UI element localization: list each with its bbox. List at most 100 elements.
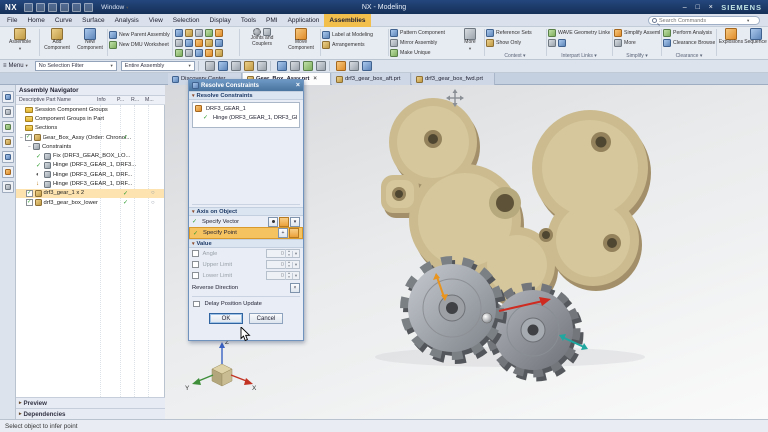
dialog-close-icon[interactable]: ×	[296, 82, 300, 89]
tab-file[interactable]: File	[2, 14, 22, 27]
interpart-link-icon[interactable]	[558, 39, 566, 47]
point-dialog-button[interactable]: +	[278, 228, 288, 238]
cut-icon[interactable]	[84, 3, 93, 12]
inferred-point-button[interactable]	[289, 228, 299, 238]
upper-limit-input[interactable]: 0 ▴▾ ▾	[266, 260, 300, 269]
assembly-constraint-icon[interactable]	[185, 29, 193, 37]
axis-on-object-section-header[interactable]: ▾ Axis on Object	[189, 207, 303, 216]
make-unique-button[interactable]: Make Unique	[390, 48, 456, 58]
assembly-constraint-icon[interactable]	[215, 39, 223, 47]
interpart-link-icon[interactable]	[548, 39, 556, 47]
assembly-constraint-icon[interactable]	[205, 49, 213, 57]
resolve-constraints-dialog[interactable]: Resolve Constraints × ▾ Resolve Constrai…	[188, 79, 304, 341]
selection-filter-dropdown[interactable]: No Selection Filter▾	[35, 61, 117, 71]
assembly-constraint-icon[interactable]	[175, 39, 183, 47]
dialog-title-bar[interactable]: Resolve Constraints ×	[189, 80, 303, 91]
render-style-icon[interactable]	[362, 61, 372, 71]
render-style-icon[interactable]	[349, 61, 359, 71]
reverse-direction-button[interactable]: ×	[290, 283, 300, 293]
lower-limit-checkbox[interactable]	[192, 272, 199, 279]
assembly-constraint-icon[interactable]	[195, 49, 203, 57]
new-dmu-worksheet-button[interactable]: New DMU Worksheet	[109, 40, 171, 50]
tab-application[interactable]: Application	[283, 14, 325, 27]
tree-row-hinge-constraint-1[interactable]: ✓ Hinge (DRF3_GEAR_1, DRF3...	[16, 161, 164, 170]
tree-row-component-groups-in-part[interactable]: Component Groups in Part	[16, 114, 164, 123]
interpart-links-group-caption[interactable]: Interpart Links ▾	[548, 53, 610, 59]
collapse-icon[interactable]: −	[18, 135, 25, 141]
more-button[interactable]: More ▾	[458, 27, 482, 58]
maximize-button[interactable]: □	[691, 2, 704, 13]
checkbox[interactable]: ✓	[26, 190, 33, 197]
snap-point-icon[interactable]	[205, 61, 215, 71]
tab-assemblies[interactable]: Assemblies	[324, 14, 370, 27]
tab-tools[interactable]: Tools	[236, 14, 261, 27]
delay-position-update-option[interactable]: Delay Position Update	[189, 299, 303, 309]
view-tool-icon[interactable]	[290, 61, 300, 71]
tab-gear-box-fwd[interactable]: drf3_gear_box_fwd.prt	[412, 73, 495, 85]
tab-home[interactable]: Home	[22, 14, 49, 27]
specify-vector-row[interactable]: ✓ Specify Vector ▾	[189, 216, 303, 227]
new-parent-assembly-button[interactable]: New Parent Assembly	[109, 30, 171, 40]
tab-gear-box-aft[interactable]: drf3_gear_box_aft.prt	[332, 73, 411, 85]
column-info[interactable]: Info	[97, 97, 117, 103]
value-section-header[interactable]: ▾ Value	[189, 239, 303, 248]
sequence-button[interactable]: Sequence	[744, 27, 767, 58]
tab-display[interactable]: Display	[205, 14, 236, 27]
point-handle-ball[interactable]	[482, 313, 492, 323]
assembly-constraint-icon[interactable]	[185, 39, 193, 47]
snap-point-icon[interactable]	[231, 61, 241, 71]
open-icon[interactable]	[36, 3, 45, 12]
gear-left[interactable]	[406, 262, 501, 358]
assemble-button[interactable]: Assemble ▾	[2, 27, 38, 58]
tab-curve[interactable]: Curve	[50, 14, 77, 27]
redo-icon[interactable]	[72, 3, 81, 12]
angle-input[interactable]: 0 ▴▾ ▾	[266, 249, 300, 258]
tree-row-sections[interactable]: Sections	[16, 124, 164, 133]
column-modified[interactable]: M...	[145, 97, 159, 103]
assembly-constraint-icon[interactable]	[175, 29, 183, 37]
constraint-list-row-hinge[interactable]: ✓ Hinge (DRF3_GEAR_1, DRF3_GEAR...	[195, 113, 297, 122]
mirror-assembly-button[interactable]: Mirror Assembly	[390, 38, 456, 48]
side-tab-reuse-library-icon[interactable]	[2, 136, 14, 148]
column-read-only[interactable]: R...	[131, 97, 145, 103]
arrangements-button[interactable]: Arrangements	[322, 40, 386, 50]
vector-options-dropdown[interactable]: ▾	[290, 217, 300, 227]
reference-sets-button[interactable]: Reference Sets	[486, 28, 544, 38]
move-component-button[interactable]: Move Component	[284, 27, 318, 58]
checkbox[interactable]: ✓	[26, 199, 33, 206]
perform-analysis-button[interactable]: Perform Analysis	[663, 28, 715, 38]
constraint-list-row-gear[interactable]: DRF3_GEAR_1	[195, 104, 297, 113]
render-style-icon[interactable]	[336, 61, 346, 71]
column-position[interactable]: P...	[117, 97, 131, 103]
lower-limit-input[interactable]: 0 ▴▾ ▾	[266, 271, 300, 280]
simplify-group-caption[interactable]: Simplify ▾	[614, 53, 660, 59]
side-tab-constraint-navigator-icon[interactable]	[2, 106, 14, 118]
spinner[interactable]: ▴▾	[285, 249, 292, 258]
vector-dialog-button[interactable]	[268, 217, 278, 227]
checkbox[interactable]: ✓	[25, 134, 32, 141]
tree-row-constraints[interactable]: − Constraints	[16, 142, 164, 151]
cancel-button[interactable]: Cancel	[249, 313, 283, 324]
save-icon[interactable]	[48, 3, 57, 12]
explosions-button[interactable]: Explosions	[718, 27, 744, 58]
assembly-constraint-icon[interactable]	[185, 49, 193, 57]
view-tool-icon[interactable]	[316, 61, 326, 71]
spinner[interactable]: ▴▾	[285, 271, 292, 280]
tab-analysis[interactable]: Analysis	[110, 14, 144, 27]
snap-point-icon[interactable]	[218, 61, 228, 71]
window-menu[interactable]: Window ▾	[101, 4, 128, 11]
assembly-constraint-icon[interactable]	[175, 49, 183, 57]
new-component-button[interactable]: New Component	[74, 27, 106, 58]
side-tab-process-studio-icon[interactable]	[2, 181, 14, 193]
spinner[interactable]: ▴▾	[285, 260, 292, 269]
new-file-icon[interactable]	[24, 3, 33, 12]
resolve-constraints-section-header[interactable]: ▾ Resolve Constraints	[189, 91, 303, 100]
chevron-down-icon[interactable]: ▾	[292, 262, 299, 268]
tree-row-hinge-constraint-3[interactable]: ↓ Hinge (DRF3_GEAR_1, DRF...	[16, 179, 164, 188]
simplify-assembly-button[interactable]: Simplify Assembly	[614, 28, 660, 38]
side-tab-history-icon[interactable]	[2, 166, 14, 178]
view-tool-icon[interactable]	[277, 61, 287, 71]
clearance-group-caption[interactable]: Clearance ▾	[663, 53, 715, 59]
menu-button[interactable]: ≡Menu▾	[0, 61, 31, 72]
snap-point-icon[interactable]	[257, 61, 267, 71]
